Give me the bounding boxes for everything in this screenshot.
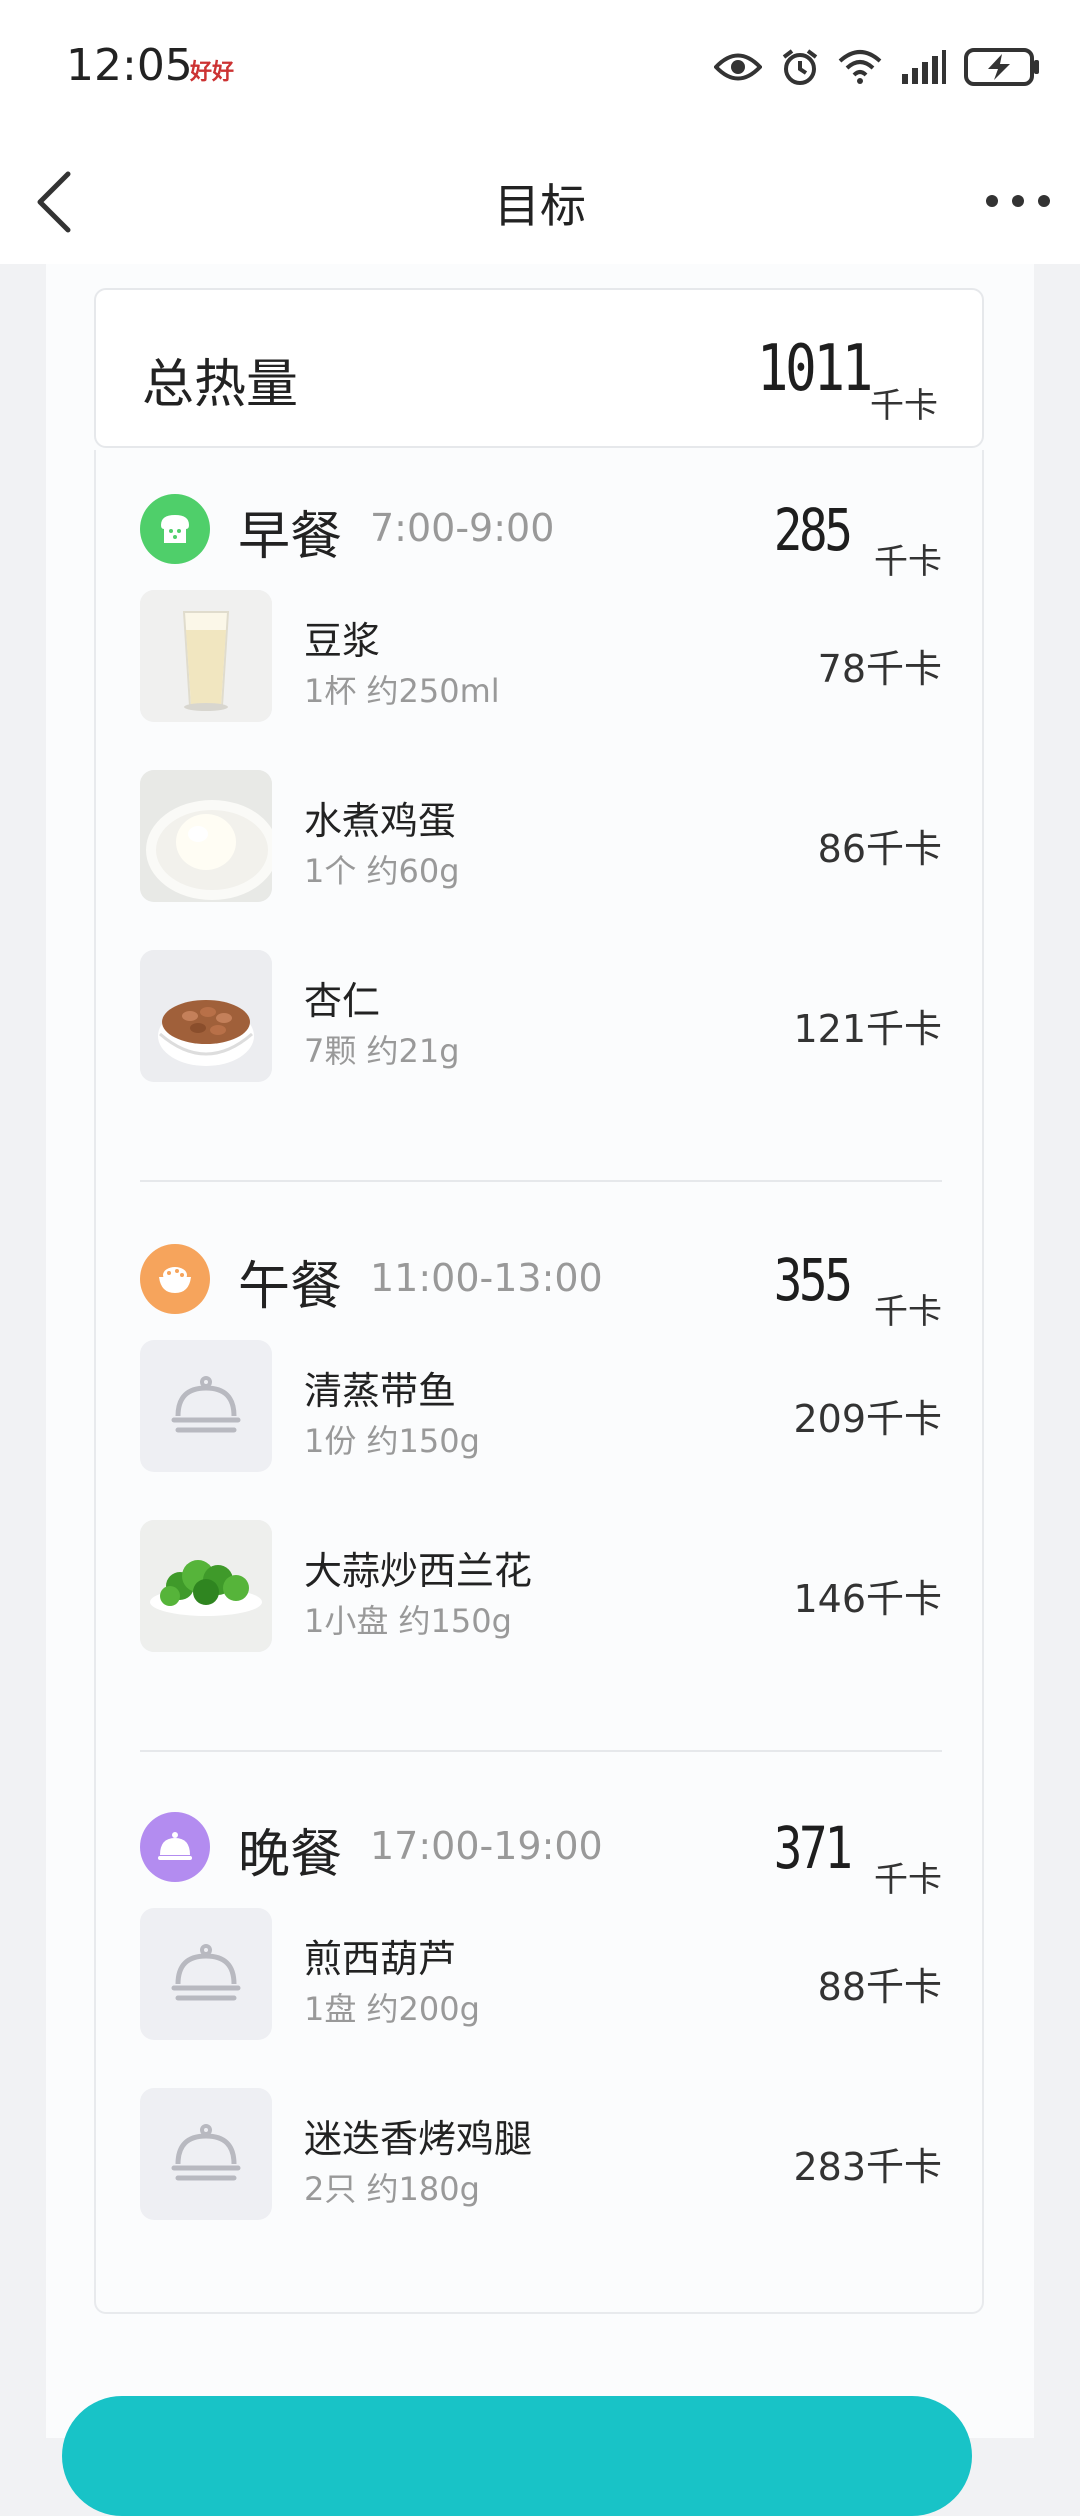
meal-name: 早餐	[238, 507, 343, 567]
title-bar: 目标	[0, 140, 1080, 264]
more-options-icon[interactable]	[982, 176, 1054, 226]
food-portion: 1份 约150g	[304, 1422, 480, 1460]
meal-header: 午餐 11:00-13:00 355 千卡	[96, 1200, 986, 1332]
meal-calories: 371	[773, 1814, 853, 1882]
total-calories-unit: 千卡	[870, 386, 938, 426]
meal-calories: 285	[773, 496, 853, 564]
content-area: 总热量 1011 千卡 早餐 7:00-9:00 285 千卡 豆浆 1杯 约2…	[46, 264, 1034, 2438]
food-portion: 2只 约180g	[304, 2170, 480, 2208]
food-calories: 86千卡	[817, 827, 942, 871]
food-calories: 88千卡	[817, 1965, 942, 2009]
meal-divider	[140, 1750, 942, 1752]
food-calories: 209千卡	[793, 1397, 942, 1441]
food-portion: 1杯 约250ml	[304, 672, 500, 710]
food-portion: 1小盘 约150g	[304, 1602, 512, 1640]
total-calories-label: 总热量	[142, 355, 299, 415]
food-item[interactable]: 清蒸带鱼 1份 约150g 209千卡	[96, 1320, 986, 1500]
food-portion: 7颗 约21g	[304, 1032, 460, 1070]
food-item[interactable]: 迷迭香烤鸡腿 2只 约180g 283千卡	[96, 2068, 986, 2248]
meal-time: 7:00-9:00	[370, 506, 555, 550]
food-item[interactable]: 豆浆 1杯 约250ml 78千卡	[96, 570, 986, 750]
meals-card: 早餐 7:00-9:00 285 千卡 豆浆 1杯 约250ml 78千卡 水煮…	[94, 450, 984, 2314]
meal-lunch: 午餐 11:00-13:00 355 千卡 清蒸带鱼 1份 约150g 209千…	[96, 1200, 986, 1680]
meal-divider	[140, 1180, 942, 1182]
food-name: 水煮鸡蛋	[304, 799, 457, 843]
meal-header: 晚餐 17:00-19:00 371 千卡	[96, 1768, 986, 1900]
cloche-icon	[140, 1908, 272, 2040]
meal-calories: 355	[773, 1246, 853, 1314]
boiled-egg-thumbnail	[140, 770, 272, 902]
food-calories: 121千卡	[793, 1007, 942, 1051]
meal-time: 11:00-13:00	[370, 1256, 603, 1300]
primary-action-button[interactable]	[62, 2396, 972, 2516]
battery-icon	[964, 48, 1040, 86]
food-calories: 146千卡	[793, 1577, 942, 1621]
status-bar: 12:05 好好	[0, 0, 1080, 140]
food-calories: 78千卡	[817, 647, 942, 691]
food-name: 豆浆	[304, 619, 381, 663]
food-name: 煎西葫芦	[304, 1937, 457, 1981]
food-portion: 1盘 约200g	[304, 1990, 480, 2028]
total-calories-card: 总热量 1011 千卡	[94, 288, 984, 448]
food-item[interactable]: 大蒜炒西兰花 1小盘 约150g 146千卡	[96, 1500, 986, 1680]
food-portion: 1个 约60g	[304, 852, 460, 890]
food-item[interactable]: 煎西葫芦 1盘 约200g 88千卡	[96, 1888, 986, 2068]
food-name: 大蒜炒西兰花	[304, 1549, 533, 1593]
food-name: 清蒸带鱼	[304, 1369, 457, 1413]
status-app-badge: 好好	[190, 60, 235, 85]
food-item[interactable]: 杏仁 7颗 约21g 121千卡	[96, 930, 986, 1110]
food-calories: 283千卡	[793, 2145, 942, 2189]
meal-name: 午餐	[238, 1257, 343, 1317]
meal-dinner: 晚餐 17:00-19:00 371 千卡 煎西葫芦 1盘 约200g 88千卡…	[96, 1768, 986, 2248]
alarm-icon	[780, 47, 820, 87]
almonds-thumbnail	[140, 950, 272, 1082]
meal-header: 早餐 7:00-9:00 285 千卡	[96, 450, 986, 582]
cloche-icon	[140, 1812, 210, 1882]
food-item[interactable]: 水煮鸡蛋 1个 约60g 86千卡	[96, 750, 986, 930]
soy-milk-thumbnail	[140, 590, 272, 722]
meal-time: 17:00-19:00	[370, 1824, 603, 1868]
broccoli-thumbnail	[140, 1520, 272, 1652]
status-time: 12:05	[66, 40, 193, 91]
food-name: 迷迭香烤鸡腿	[304, 2117, 533, 2161]
signal-icon	[900, 50, 946, 84]
food-name: 杏仁	[304, 979, 381, 1023]
eye-icon	[714, 50, 762, 84]
meal-breakfast: 早餐 7:00-9:00 285 千卡 豆浆 1杯 约250ml 78千卡 水煮…	[96, 450, 986, 1110]
cloche-icon	[140, 1340, 272, 1472]
total-calories-value: 1011	[756, 332, 874, 406]
cloche-icon	[140, 2088, 272, 2220]
wifi-icon	[838, 49, 882, 85]
meal-name: 晚餐	[238, 1825, 343, 1885]
rice-bowl-icon	[140, 1244, 210, 1314]
page-title: 目标	[494, 179, 586, 233]
bread-icon	[140, 494, 210, 564]
status-icons	[714, 42, 1040, 92]
